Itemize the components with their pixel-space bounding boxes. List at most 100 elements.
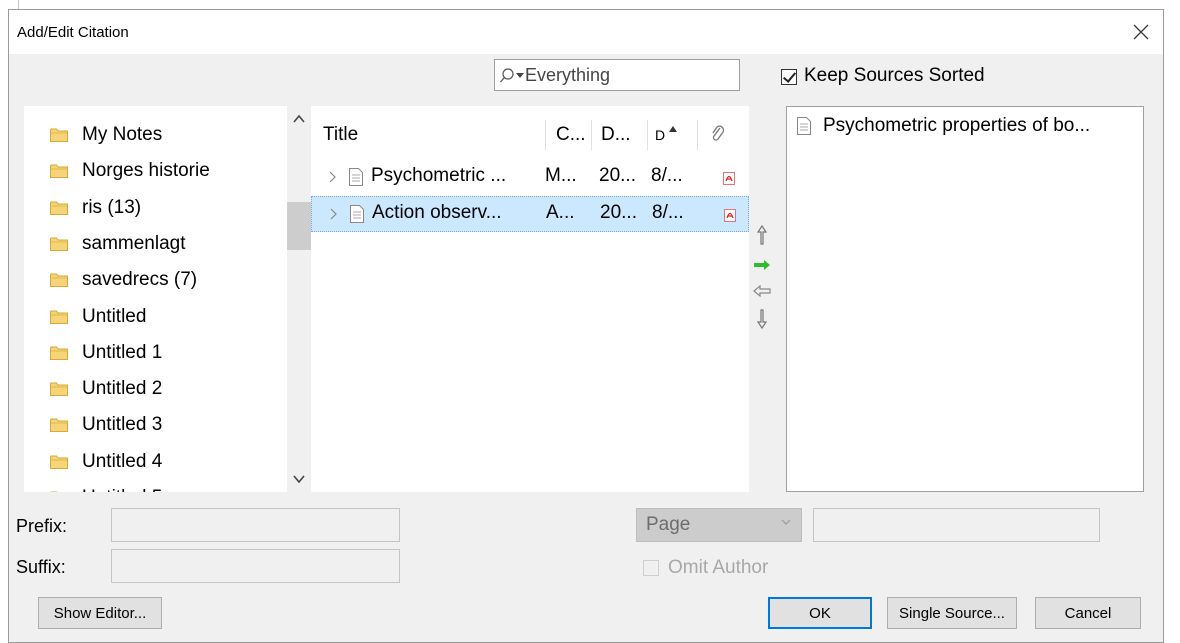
- column-separator[interactable]: [591, 120, 592, 150]
- column-e-label: D: [655, 127, 666, 143]
- group-list-item[interactable]: sammenlagt: [24, 227, 294, 263]
- folder-icon: [50, 310, 68, 324]
- group-list-item[interactable]: savedrecs (7): [24, 263, 294, 299]
- chevron-right-icon[interactable]: [330, 208, 338, 220]
- column-e-sorted[interactable]: D: [655, 112, 678, 158]
- group-list[interactable]: My Notes Norges historie ris (13) sammenlag…: [24, 106, 311, 492]
- group-list-item-label: Untitled 4: [82, 450, 163, 472]
- reference-col-d: 20...: [600, 202, 637, 223]
- search-field[interactable]: Everything: [494, 59, 740, 91]
- group-list-item[interactable]: ris (13): [24, 191, 294, 227]
- group-list-item-label: sammenlagt: [82, 232, 186, 254]
- group-list-item[interactable]: Untitled: [24, 300, 294, 336]
- suffix-input[interactable]: [111, 549, 400, 583]
- page-number-input[interactable]: [813, 508, 1100, 542]
- page-type-value: Page: [646, 514, 691, 535]
- suffix-label: Suffix:: [16, 557, 66, 577]
- group-list-item-label: Untitled 2: [82, 378, 163, 400]
- reference-title: Action observ...: [372, 202, 502, 223]
- folder-icon: [50, 346, 68, 360]
- paperclip-icon: [712, 125, 725, 141]
- folder-icon: [50, 491, 58, 492]
- group-list-item-label: Untitled 5: [82, 487, 162, 492]
- chevron-right-icon[interactable]: [329, 171, 337, 183]
- scroll-down-icon[interactable]: [293, 474, 305, 484]
- close-icon: [1133, 24, 1149, 40]
- reference-row[interactable]: Action observ... A... 20... 8/...: [311, 196, 749, 232]
- ok-button[interactable]: OK: [768, 597, 872, 629]
- folder-icon: [50, 237, 68, 251]
- reference-col-e: 8/...: [651, 165, 683, 186]
- reference-title: Psychometric ...: [371, 165, 507, 186]
- document-icon: [349, 168, 363, 186]
- reference-list-header: Title C... D... D: [311, 112, 749, 158]
- folder-icon: [50, 164, 68, 179]
- group-list-item-label: savedrecs (7): [82, 269, 198, 291]
- chevron-down-icon: [781, 519, 791, 525]
- citation-source-item[interactable]: Psychometric properties of bo...: [787, 115, 1143, 145]
- group-list-item[interactable]: Untitled 1: [24, 336, 294, 372]
- folder-icon: [50, 201, 68, 215]
- pdf-icon: [724, 209, 736, 222]
- document-icon: [797, 117, 811, 135]
- column-title[interactable]: Title: [323, 112, 358, 158]
- group-list-item-label: Untitled 1: [82, 341, 163, 363]
- group-list-item[interactable]: Untitled 2: [24, 372, 294, 408]
- group-list-item[interactable]: My Notes: [24, 118, 294, 154]
- scrollbar-thumb[interactable]: [287, 202, 311, 250]
- move-down-arrow-icon[interactable]: [752, 308, 772, 330]
- pdf-icon: [723, 172, 735, 185]
- folder-icon: [50, 455, 68, 469]
- sort-ascending-icon: [669, 126, 678, 132]
- prefix-label: Prefix:: [16, 516, 68, 536]
- group-list-item[interactable]: Untitled 3: [24, 408, 294, 444]
- citation-source-text: Psychometric properties of bo...: [823, 115, 1091, 136]
- group-list-scrollbar[interactable]: [287, 106, 311, 492]
- search-icon: [500, 68, 514, 83]
- group-list-item-label: Norges historie: [82, 160, 210, 182]
- reference-col-c: A...: [546, 202, 575, 223]
- folder-icon: [50, 128, 68, 142]
- add-source-right-arrow-icon[interactable]: [752, 254, 772, 276]
- move-up-arrow-icon[interactable]: [752, 224, 772, 246]
- column-c[interactable]: C...: [556, 112, 586, 158]
- column-attachment[interactable]: [711, 112, 725, 158]
- column-separator[interactable]: [697, 120, 698, 150]
- close-button[interactable]: [1127, 18, 1155, 46]
- keep-sources-sorted-label: Keep Sources Sorted: [804, 65, 985, 86]
- group-list-item-label: Untitled: [82, 305, 147, 327]
- move-controls: [752, 224, 772, 344]
- page-type-select[interactable]: Page: [636, 508, 802, 542]
- column-separator[interactable]: [647, 120, 648, 150]
- search-scope-dropdown-icon[interactable]: [516, 72, 524, 80]
- cancel-button[interactable]: Cancel: [1035, 597, 1141, 629]
- group-list-item[interactable]: Untitled 5: [24, 481, 294, 492]
- folder-icon: [50, 382, 68, 397]
- column-d[interactable]: D...: [601, 112, 631, 158]
- reference-row[interactable]: Psychometric ... M... 20... 8/...: [311, 160, 749, 196]
- prefix-input[interactable]: [111, 508, 400, 542]
- title-bar: Add/Edit Citation: [9, 10, 1163, 54]
- reference-list[interactable]: Title C... D... D Psychometric ... M... 20…: [311, 106, 749, 492]
- reference-col-e: 8/...: [652, 202, 684, 223]
- checkbox-checked[interactable]: [781, 69, 797, 85]
- reference-col-d: 20...: [599, 165, 636, 186]
- scroll-up-icon[interactable]: [293, 114, 305, 124]
- folder-icon: [50, 418, 68, 433]
- citation-sources-list[interactable]: Psychometric properties of bo...: [786, 106, 1144, 492]
- group-list-item[interactable]: Norges historie: [24, 154, 294, 190]
- group-list-item-label: My Notes: [82, 124, 163, 145]
- omit-author-box[interactable]: [643, 560, 659, 576]
- search-scope-value: Everything: [525, 65, 611, 85]
- group-list-item-label: Untitled 3: [82, 414, 163, 436]
- column-separator[interactable]: [545, 120, 546, 150]
- group-list-item-label: ris (13): [82, 196, 142, 218]
- omit-author-label: Omit Author: [668, 557, 769, 578]
- document-icon: [350, 205, 364, 223]
- group-list-item[interactable]: Untitled 4: [24, 445, 294, 481]
- remove-source-left-arrow-icon[interactable]: [752, 280, 772, 302]
- dialog-title: Add/Edit Citation: [17, 24, 129, 41]
- folder-icon: [50, 273, 68, 288]
- show-editor-button[interactable]: Show Editor...: [38, 597, 162, 629]
- single-source-button[interactable]: Single Source...: [887, 597, 1017, 629]
